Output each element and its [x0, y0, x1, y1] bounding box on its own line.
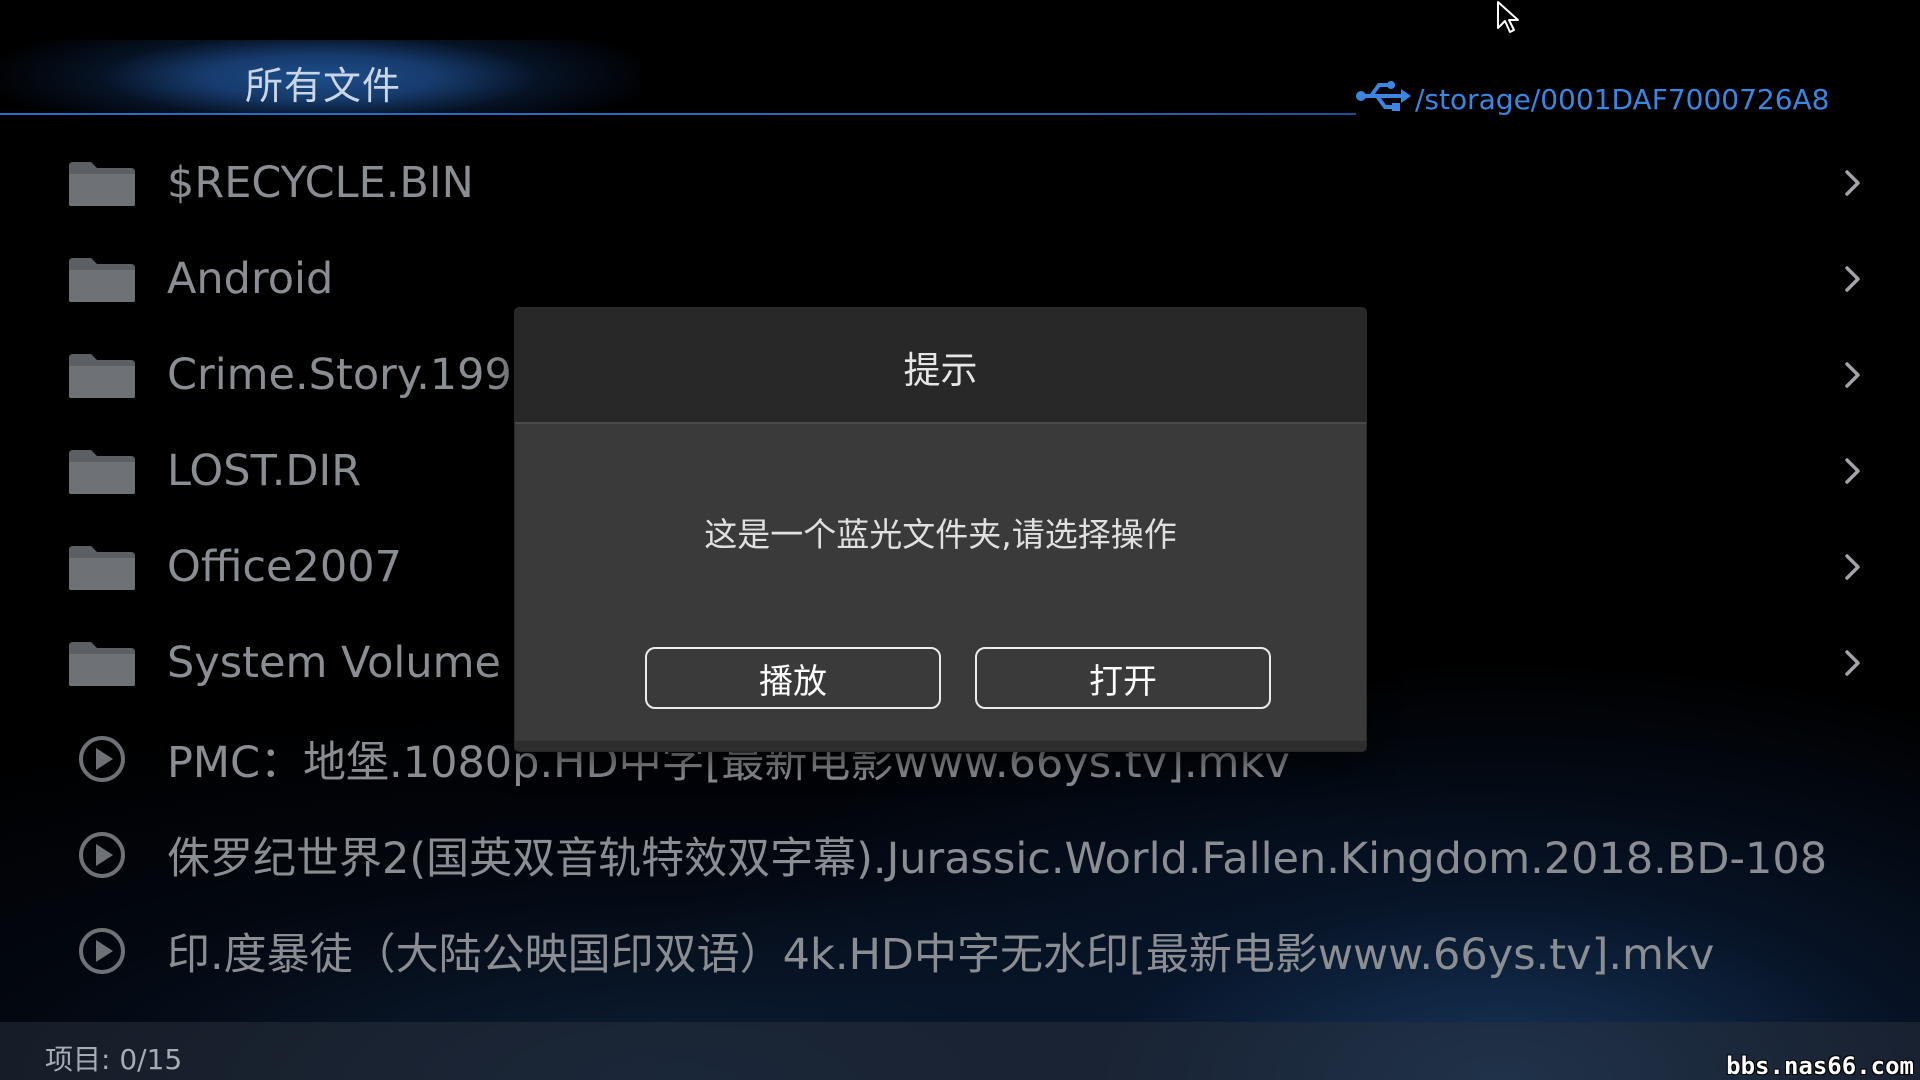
dialog-overlay: 提示 这是一个蓝光文件夹,请选择操作 播放 打开 [0, 0, 1920, 1080]
dialog-footer [515, 741, 1366, 751]
dialog-title: 提示 [903, 349, 978, 392]
file-browser-screen: 所有文件 /storage/0001DAF7000726A8 $RECYCLE.… [0, 0, 1920, 1080]
open-button[interactable]: 打开 [975, 647, 1271, 709]
dialog-message: 这是一个蓝光文件夹,请选择操作 [704, 515, 1177, 554]
play-button[interactable]: 播放 [645, 647, 941, 709]
prompt-dialog: 提示 这是一个蓝光文件夹,请选择操作 播放 打开 [515, 308, 1366, 751]
